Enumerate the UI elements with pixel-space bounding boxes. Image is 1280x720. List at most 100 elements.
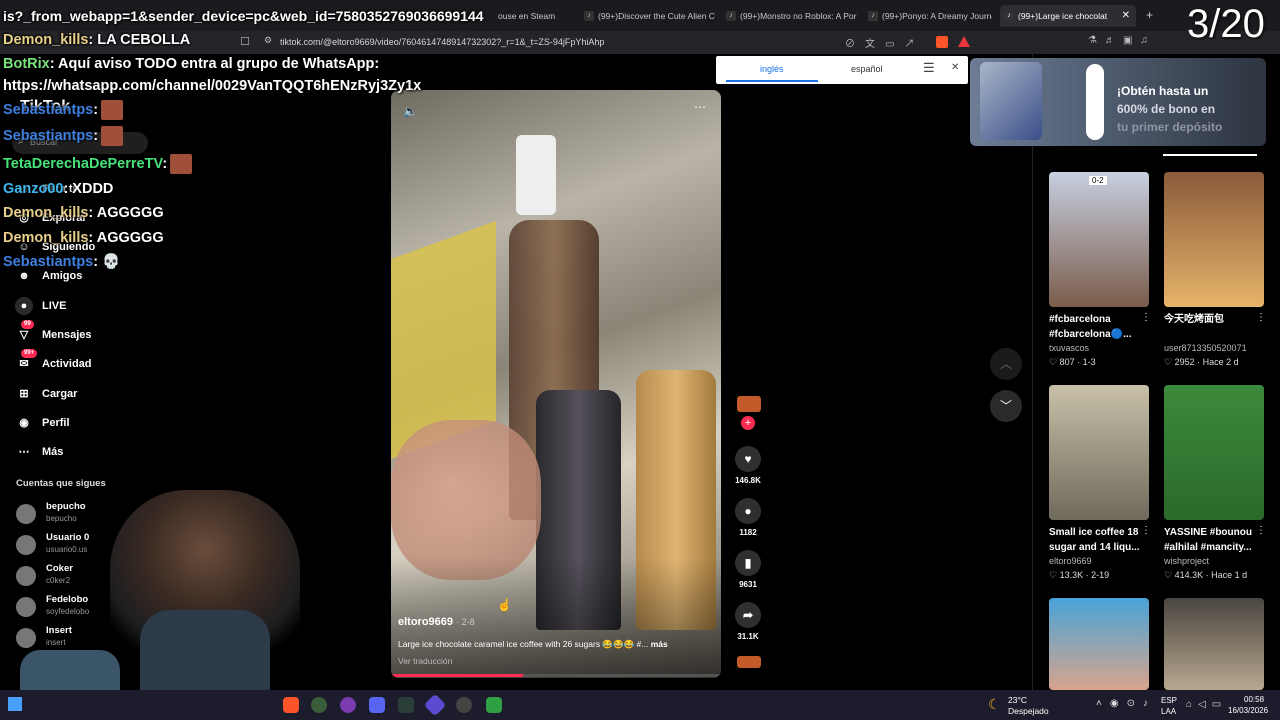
browser-tab[interactable]: ♪ (99+)Discover the Cute Alien C xyxy=(580,5,718,27)
sidebar-item-perfil[interactable]: ◉ Perfil xyxy=(15,412,69,434)
windows-start-icon[interactable] xyxy=(8,697,22,711)
ad-line-2: 600% de bono en xyxy=(1117,102,1216,116)
card-more-icon[interactable]: ⋮ xyxy=(1141,525,1151,536)
next-video-button[interactable]: ﹀ xyxy=(990,390,1022,422)
overlay-url-line: is?_from_webapp=1&sender_device=pc&web_i… xyxy=(3,8,484,24)
related-title[interactable]: 今天吃烤面包 xyxy=(1164,312,1264,342)
related-video-card[interactable]: YASSINE #bounou #alhilal #mancity... wish… xyxy=(1164,385,1266,582)
video-thumbnail[interactable] xyxy=(1049,598,1149,690)
avatar xyxy=(16,535,36,555)
translate-target-tab[interactable]: español xyxy=(851,64,883,74)
author-name[interactable]: eltoro9669 xyxy=(398,616,453,628)
close-tab-icon[interactable]: ✕ xyxy=(1122,5,1130,27)
site-settings-icon[interactable]: ⚙ xyxy=(264,35,272,46)
sidebar-item-más[interactable]: ⋯ Más xyxy=(15,441,64,463)
lang-indicator-sub[interactable]: LAA xyxy=(1161,707,1176,716)
video-player[interactable]: 🔈 ⋯ eltoro9669 · 2-8 Large ice chocolate… xyxy=(391,90,721,678)
chat-username: Sebastiantps xyxy=(3,254,94,270)
video-thumbnail[interactable] xyxy=(1049,385,1149,520)
clock-time[interactable]: 00:58 xyxy=(1244,695,1264,704)
heart-icon: ♥ xyxy=(735,446,761,472)
close-icon[interactable]: ✕ xyxy=(951,62,959,73)
more-options-icon[interactable]: ⋯ xyxy=(694,100,706,114)
related-stats: ♡ 13.3K · 2-19 xyxy=(1049,570,1110,580)
video-thumbnail[interactable]: 0-2 xyxy=(1049,172,1149,307)
brave-taskbar-icon[interactable] xyxy=(283,697,299,713)
volume-icon[interactable]: 🔈 xyxy=(403,104,418,118)
chat-username: Demon_kills xyxy=(3,32,89,48)
related-video-card[interactable] xyxy=(1049,598,1149,690)
app-taskbar-icon[interactable] xyxy=(340,697,356,713)
obs-taskbar-icon[interactable] xyxy=(456,697,472,713)
browser-tab[interactable]: ♪ (99+)Monstro no Roblox: A Por xyxy=(722,5,860,27)
sidebar-item-cargar[interactable]: ⊞ Cargar xyxy=(15,383,77,405)
video-thumbnail[interactable] xyxy=(1164,172,1264,307)
chat-message: Ganzo00: XDDD xyxy=(3,180,113,198)
brave-shield-icon[interactable] xyxy=(936,36,948,48)
avatar xyxy=(16,597,36,617)
card-more-icon[interactable]: ⋮ xyxy=(1141,312,1151,323)
ad-banner[interactable]: ¡Obtén hasta un 600% de bono en tu prime… xyxy=(970,58,1266,146)
previous-video-button[interactable]: ︿ xyxy=(990,348,1022,380)
chat-text: : AGGGGG xyxy=(88,205,164,221)
related-user[interactable]: eltoro9669 xyxy=(1049,555,1149,568)
bookmark-icon[interactable]: ☐ xyxy=(240,35,250,48)
system-tray-icons[interactable]: ˄◉⊙♪ xyxy=(1096,698,1156,709)
share-icon: ➦ xyxy=(735,602,761,628)
brave-rewards-icon[interactable] xyxy=(958,36,970,47)
browser-tab-active[interactable]: ♪ (99+)Large ice chocolat ✕ xyxy=(1000,5,1136,27)
browser-tab[interactable]: ♪ (99+)Ponyo: A Dreamy Journe xyxy=(864,5,992,27)
app-taskbar-icon[interactable] xyxy=(398,697,414,713)
chat-username: Sebastiantps xyxy=(3,127,94,144)
related-user[interactable]: txuvascos xyxy=(1049,342,1149,355)
clock-date[interactable]: 16/03/2026 xyxy=(1228,706,1268,715)
ad-icon-strip xyxy=(1086,64,1104,140)
following-name: Usuario 0 xyxy=(46,532,90,543)
card-more-icon[interactable]: ⋮ xyxy=(1256,525,1266,536)
card-more-icon[interactable]: ⋮ xyxy=(1256,312,1266,323)
sidebar-item-actividad[interactable]: ✉ Actividad 99+ xyxy=(15,349,92,375)
related-title[interactable]: #fcbarcelona #fcbarcelona🔵... xyxy=(1049,312,1149,342)
browser-tab-steam[interactable]: ouse en Steam xyxy=(480,5,568,27)
video-thumbnail[interactable] xyxy=(1164,598,1264,690)
caption-more-link[interactable]: más xyxy=(651,639,668,649)
chat-message: TetaDerechaDePerreTV: xyxy=(3,154,193,174)
lang-indicator[interactable]: ESP xyxy=(1161,696,1177,705)
related-video-card[interactable]: 0-2 #fcbarcelona #fcbarcelona🔵... txuvasco… xyxy=(1049,172,1151,369)
related-title[interactable]: Small ice coffee 18 sugar and 14 liqu... xyxy=(1049,525,1149,555)
comment-button[interactable]: ● 1182 xyxy=(734,498,762,537)
extension-icons[interactable]: ⚗♬▣♫ xyxy=(1088,35,1156,46)
share-button[interactable]: ➦ 31.1K xyxy=(734,602,762,641)
video-thumbnail[interactable] xyxy=(1164,385,1264,520)
address-bar-actions[interactable]: ⊘文▭↗ xyxy=(845,35,924,50)
save-button[interactable]: ▮ 9631 xyxy=(734,550,762,589)
sidebar-item-mensajes[interactable]: ▽ Mensajes 99 xyxy=(15,320,92,346)
menu-icon[interactable]: ☰ xyxy=(923,60,935,76)
related-user[interactable]: user8713350520071 xyxy=(1164,342,1264,355)
related-title[interactable]: YASSINE #bounou #alhilal #mancity... xyxy=(1164,525,1264,555)
new-tab-icon[interactable]: + xyxy=(1146,8,1153,22)
url-field[interactable]: tiktok.com/@eltoro9669/video/76046147489… xyxy=(280,33,604,51)
related-video-card[interactable] xyxy=(1164,598,1264,690)
creator-avatar[interactable] xyxy=(737,396,761,412)
follow-plus-icon[interactable]: + xyxy=(741,416,755,430)
app-taskbar-icon[interactable] xyxy=(311,697,327,713)
tab-label: (99+)Discover the Cute Alien C xyxy=(598,11,715,21)
related-video-card[interactable]: Small ice coffee 18 sugar and 14 liqu...… xyxy=(1049,385,1151,582)
like-button[interactable]: ♥ 146.8K xyxy=(734,446,762,485)
discord-taskbar-icon[interactable] xyxy=(369,697,385,713)
sidebar-item-live[interactable]: ● LIVE xyxy=(15,295,66,317)
music-disc-icon[interactable] xyxy=(737,656,761,668)
progress-track[interactable] xyxy=(391,674,721,677)
app-taskbar-icon[interactable] xyxy=(486,697,502,713)
translate-link[interactable]: Ver traducción xyxy=(398,656,452,666)
chat-message: Sebastiantps: 💀 xyxy=(3,253,120,271)
following-handle: c0ker2 xyxy=(46,576,71,585)
related-user[interactable]: wishproject xyxy=(1164,555,1264,568)
tray-network-volume-icons[interactable]: ⌂◁▭ xyxy=(1186,699,1227,710)
translate-source-tab[interactable]: inglés xyxy=(760,64,784,74)
related-video-card[interactable]: 今天吃烤面包 user8713350520071 ♡ 2952 · Hace 2 d… xyxy=(1164,172,1266,369)
ad-gift-image xyxy=(980,62,1042,140)
related-stats: ♡ 414.3K · Hace 1 d xyxy=(1164,570,1248,580)
caption-text: Large ice chocolate caramel ice coffee w… xyxy=(398,639,649,649)
